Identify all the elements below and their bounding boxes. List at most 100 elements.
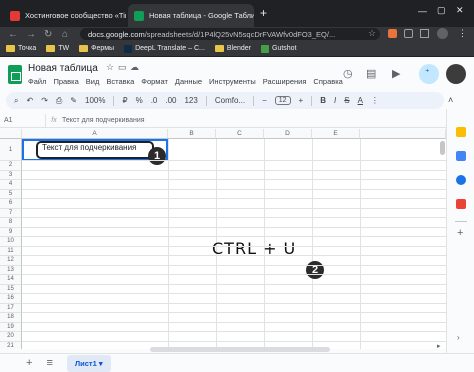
column-header-c[interactable]: C [216, 129, 264, 139]
maximize-icon[interactable]: ▢ [437, 5, 446, 16]
redo-icon[interactable]: ↷ [41, 96, 48, 105]
column-header-e[interactable]: E [312, 129, 360, 139]
extensions-puzzle-icon[interactable] [404, 29, 413, 38]
bookmark-folder-tw[interactable]: TW [46, 45, 69, 52]
row-header-5[interactable]: 5 [0, 189, 22, 199]
expand-panel-icon[interactable]: › [457, 333, 460, 342]
bookmark-deepl[interactable]: DeepL Translate – С... [124, 44, 205, 53]
menu-extensions[interactable]: Расширения [263, 77, 307, 86]
move-folder-icon[interactable]: ▭ [118, 62, 127, 73]
star-icon[interactable]: ☆ [106, 62, 114, 73]
menu-tools[interactable]: Инструменты [209, 77, 256, 86]
row-header-8[interactable]: 8 [0, 218, 22, 228]
paint-format-icon[interactable]: ✎ [70, 96, 77, 105]
italic-button[interactable]: I [334, 96, 336, 105]
sheet-tab-list1[interactable]: Лист1 ▾ [66, 354, 111, 372]
url-bar[interactable]: docs.google.com /spreadsheets/d/1P4lQ25v… [80, 28, 380, 40]
menu-edit[interactable]: Правка [53, 77, 78, 86]
row-header-7[interactable]: 7 [0, 208, 22, 218]
row-header-14[interactable]: 14 [0, 275, 22, 285]
strikethrough-button[interactable]: S [344, 96, 349, 105]
row-header-9[interactable]: 9 [0, 227, 22, 237]
all-sheets-icon[interactable]: ≡ [46, 357, 52, 369]
profile-avatar[interactable] [437, 28, 448, 39]
font-size-decrease-icon[interactable]: − [262, 96, 267, 105]
sidebar-icon[interactable] [420, 29, 429, 38]
browser-tab-hosting[interactable]: Хостинговое сообщество «Tim ✕ [4, 4, 126, 27]
minimize-icon[interactable]: — [418, 6, 427, 16]
star-icon[interactable]: ☆ [368, 28, 376, 39]
sheets-logo-icon[interactable] [8, 65, 22, 84]
home-icon[interactable]: ⌂ [62, 29, 68, 40]
meet-video-icon[interactable]: ▶ [392, 67, 400, 80]
menu-help[interactable]: Справка [313, 77, 342, 86]
name-box[interactable]: A1 [0, 114, 46, 127]
increase-decimals-button[interactable]: .00 [165, 96, 176, 105]
tasks-icon[interactable] [456, 151, 466, 161]
zoom-select[interactable]: 100% [85, 96, 105, 105]
column-header-b[interactable]: B [168, 129, 216, 139]
add-addon-icon[interactable]: + [457, 227, 463, 239]
bold-button[interactable]: B [320, 96, 326, 105]
reload-icon[interactable]: ↻ [44, 29, 52, 40]
row-header-16[interactable]: 16 [0, 294, 22, 304]
row-header-10[interactable]: 10 [0, 237, 22, 247]
column-header-blank[interactable] [360, 129, 446, 139]
row-header-21[interactable]: 21 [0, 341, 22, 349]
row-header-11[interactable]: 11 [0, 246, 22, 256]
window-close-icon[interactable]: ✕ [456, 5, 464, 16]
browser-tab-sheets[interactable]: Новая таблица - Google Табли ✕ [128, 4, 254, 27]
text-color-button[interactable]: A [358, 96, 363, 105]
keep-icon[interactable] [456, 127, 466, 137]
column-header-d[interactable]: D [264, 129, 312, 139]
column-header-a[interactable]: A [22, 129, 168, 139]
font-size-input[interactable]: 12 [274, 96, 291, 105]
account-avatar[interactable] [446, 64, 466, 84]
menu-format[interactable]: Формат [141, 77, 168, 86]
contacts-icon[interactable] [456, 175, 466, 185]
collapse-toolbar-icon[interactable]: ˄ [448, 95, 453, 105]
back-icon[interactable]: ← [8, 29, 18, 40]
horizontal-scrollbar[interactable] [150, 347, 330, 352]
row-header-6[interactable]: 6 [0, 199, 22, 209]
history-icon[interactable]: ◷ [343, 67, 353, 80]
row-header-13[interactable]: 13 [0, 265, 22, 275]
row-header-3[interactable]: 3 [0, 170, 22, 180]
row-header-20[interactable]: 20 [0, 332, 22, 342]
bookmark-folder-tochka[interactable]: Точка [6, 45, 36, 52]
menu-data[interactable]: Данные [175, 77, 202, 86]
document-title[interactable]: Новая таблица [28, 63, 98, 74]
row-header-19[interactable]: 19 [0, 322, 22, 332]
row-header-18[interactable]: 18 [0, 313, 22, 323]
chrome-menu-icon[interactable]: ⋮ [458, 28, 467, 39]
maps-icon[interactable] [456, 199, 466, 209]
bookmark-gutshot[interactable]: Gutshot [261, 44, 297, 53]
select-all-corner[interactable] [0, 129, 22, 139]
comments-icon[interactable]: ▤ [366, 67, 376, 80]
menu-insert[interactable]: Вставка [106, 77, 134, 86]
number-format-button[interactable]: 123 [184, 96, 197, 105]
decrease-decimals-button[interactable]: .0 [151, 96, 158, 105]
print-icon[interactable]: ⎙ [56, 96, 62, 106]
vertical-scrollbar[interactable] [440, 141, 445, 155]
row-header-15[interactable]: 15 [0, 284, 22, 294]
add-sheet-icon[interactable]: + [26, 357, 32, 369]
more-options-icon[interactable]: ⋮ [371, 96, 379, 105]
row-header-17[interactable]: 17 [0, 303, 22, 313]
row-header-1[interactable]: 1 [0, 139, 22, 161]
forward-icon[interactable]: → [26, 29, 36, 40]
spreadsheet-grid[interactable]: A B C D E Текст для подчеркивания 1 CTRL… [0, 129, 446, 349]
row-header-4[interactable]: 4 [0, 180, 22, 190]
bookmark-folder-fermy[interactable]: Фермы [79, 45, 114, 52]
font-select[interactable]: Comfo... [215, 96, 245, 105]
percent-format-button[interactable]: % [136, 96, 143, 105]
row-header-2[interactable]: 2 [0, 161, 22, 171]
currency-format-button[interactable]: ₽ [122, 96, 127, 105]
font-size-increase-icon[interactable]: + [299, 96, 304, 105]
scroll-right-icon[interactable]: ▸ [437, 342, 441, 350]
extension-icon[interactable] [388, 29, 397, 38]
undo-icon[interactable]: ↶ [26, 96, 33, 105]
search-menus-icon[interactable]: ⌕ [14, 96, 18, 106]
formula-input[interactable]: Текст для подчеркивания [62, 117, 145, 124]
new-tab-button[interactable]: + [260, 6, 267, 20]
